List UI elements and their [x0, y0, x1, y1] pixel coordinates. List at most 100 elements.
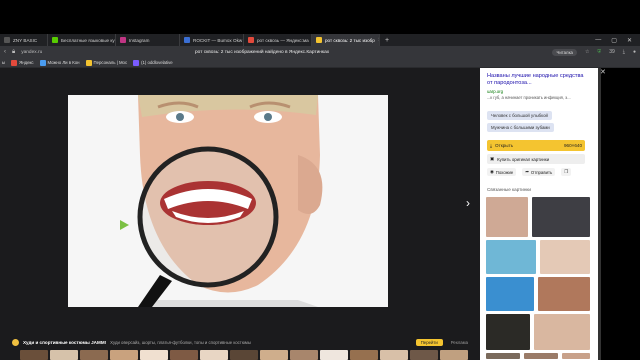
bookmark-item[interactable]: Можно Ли в Кон: [39, 59, 80, 66]
tag-chip[interactable]: Мужчина с большими зубами: [487, 123, 554, 132]
related-image[interactable]: [562, 353, 590, 359]
source-title-link[interactable]: Названы лучшие народные средства от паро…: [487, 73, 587, 87]
related-image[interactable]: [486, 353, 520, 359]
bookmark-icon[interactable]: ☆: [585, 49, 589, 55]
panel-actions: ◉ Похожие ➦ Отправить ❒: [487, 168, 585, 176]
bookmarks-bar: ы Яндекс Можно Ли в Кон Персональ | Moc …: [0, 58, 640, 68]
bookmark-favicon-icon: [39, 59, 46, 66]
tab-favicon-icon: [4, 37, 10, 43]
bookmark-favicon-icon: [85, 59, 92, 66]
download-icon: ⤓: [490, 143, 493, 148]
related-image[interactable]: [486, 197, 528, 237]
ad-logo-icon: [12, 338, 19, 346]
thumbnail[interactable]: [200, 350, 228, 360]
url-text[interactable]: yandex.ru: [21, 50, 42, 55]
source-domain[interactable]: uarp.org: [487, 89, 503, 94]
tab-5[interactable]: рот сквозь — Яндекс:ма: [244, 34, 312, 46]
profile-icon[interactable]: ●: [633, 49, 636, 55]
thumbnail[interactable]: [380, 350, 408, 360]
tab-favicon-icon: [52, 37, 58, 43]
thumbnail-strip: [0, 350, 480, 360]
bookmark-image-button[interactable]: ❒: [561, 168, 572, 176]
bookmark-favicon-icon: [133, 59, 140, 66]
ad-description: Худи оверсайз, шорты, платья-футболки, т…: [110, 339, 251, 345]
size-select[interactable]: 960×640: [564, 143, 582, 148]
ad-banner[interactable]: Худи и спортивные костюмы JAMM! Худи ове…: [0, 336, 480, 348]
related-image[interactable]: [486, 314, 530, 350]
bookmark-icon: ❒: [564, 169, 569, 174]
thumbnail[interactable]: [170, 350, 198, 360]
thumbnail[interactable]: [410, 350, 438, 360]
lock-icon[interactable]: 🔒︎: [12, 49, 15, 56]
bookmark-item[interactable]: (1) oddlovelative: [133, 59, 173, 66]
close-window-button[interactable]: ✕: [627, 37, 632, 44]
tab-favicon-icon: [316, 37, 322, 43]
bookmark-item[interactable]: Яндекс: [11, 59, 34, 66]
ad-go-button[interactable]: Перейти: [415, 338, 443, 346]
back-icon[interactable]: ‹: [4, 49, 6, 55]
source-snippet: ...к губ, а начинает проникать инфекция,…: [487, 95, 571, 100]
thumbnail[interactable]: [290, 350, 318, 360]
image-info-panel: Названы лучшие народные средства от паро…: [480, 68, 598, 360]
tab-2[interactable]: Бесплатные языковые ку✕: [48, 34, 116, 46]
related-image[interactable]: [538, 277, 590, 311]
ad-label: Реклама: [450, 339, 468, 345]
similar-button[interactable]: ◉ Похожие: [487, 168, 517, 176]
tab-favicon-icon: [120, 37, 126, 43]
thumbnail[interactable]: [260, 350, 288, 360]
related-images-heading: Связанные картинки: [487, 187, 531, 192]
tab-3[interactable]: Instagram: [116, 34, 180, 46]
panel-scrollbar[interactable]: [598, 68, 601, 360]
share-button[interactable]: ➦ Отправить: [522, 168, 556, 176]
shield-icon[interactable]: ⛨: [597, 49, 601, 55]
page-title: рот сквозь: 2 тыс изображений найдено в …: [195, 49, 330, 55]
related-image[interactable]: [532, 197, 590, 237]
related-image[interactable]: [486, 277, 534, 311]
thumbnail[interactable]: [140, 350, 168, 360]
thumbnail[interactable]: [110, 350, 138, 360]
related-image[interactable]: [540, 240, 590, 274]
related-image[interactable]: [486, 240, 536, 274]
tab-favicon-icon: [184, 37, 190, 43]
mouse-cursor-icon: [120, 220, 129, 230]
thumbnail[interactable]: [80, 350, 108, 360]
tab-favicon-icon: [248, 37, 254, 43]
next-image-arrow-icon[interactable]: ›: [466, 196, 470, 210]
reader-button[interactable]: Читалка: [552, 48, 577, 56]
thumbnail[interactable]: [230, 350, 258, 360]
main-image[interactable]: [68, 95, 388, 307]
camera-icon: ◉: [490, 169, 494, 174]
thumbnail[interactable]: [50, 350, 78, 360]
counter-badge[interactable]: 39: [609, 49, 615, 55]
open-button[interactable]: ⤓ Открыть 960×640: [487, 140, 585, 151]
tag-chip[interactable]: Человек с большой улыбкой: [487, 111, 552, 120]
close-panel-icon[interactable]: ✕: [600, 68, 606, 76]
new-tab-button[interactable]: +: [380, 37, 394, 44]
bookmark-item[interactable]: Персональ | Moc: [85, 59, 127, 66]
thumbnail[interactable]: [440, 350, 468, 360]
browser-tab-bar: ZNY BASIC Бесплатные языковые ку✕ Instag…: [0, 34, 640, 46]
related-images-grid: [486, 197, 592, 359]
bookmark-favicon-icon: [11, 59, 18, 66]
cart-icon: ▣: [490, 156, 495, 161]
tab-4[interactable]: ROCKIT — Bumox Okw: [180, 34, 244, 46]
buy-original-button[interactable]: ▣ Купить оригинал картинки: [487, 154, 585, 164]
related-image[interactable]: [534, 314, 590, 350]
minimize-button[interactable]: —: [595, 37, 601, 44]
tab-active[interactable]: рот сквозь: 2 тыс изобр✕: [312, 34, 380, 46]
window-controls: — ▢ ✕: [595, 37, 640, 44]
restore-button[interactable]: ▢: [611, 37, 617, 44]
address-bar: ‹ 🔒︎ yandex.ru рот сквозь: 2 тыс изображ…: [0, 46, 640, 58]
share-icon: ➦: [525, 169, 529, 174]
bookmark-item[interactable]: ы: [2, 60, 5, 65]
thumbnail[interactable]: [20, 350, 48, 360]
image-viewer: › Худи и спортивные костюмы JAMM! Худи о…: [0, 68, 480, 360]
downloads-icon[interactable]: ⤓: [623, 49, 625, 55]
related-image[interactable]: [524, 353, 558, 359]
ad-title[interactable]: Худи и спортивные костюмы JAMM!: [23, 340, 106, 345]
thumbnail[interactable]: [350, 350, 378, 360]
thumbnail[interactable]: [320, 350, 348, 360]
address-bar-actions: Читалка ☆ ⛨ 39 ⤓ ●: [552, 48, 636, 56]
man-with-magnifier-image: [68, 95, 388, 307]
tab-1[interactable]: ZNY BASIC: [0, 34, 48, 46]
